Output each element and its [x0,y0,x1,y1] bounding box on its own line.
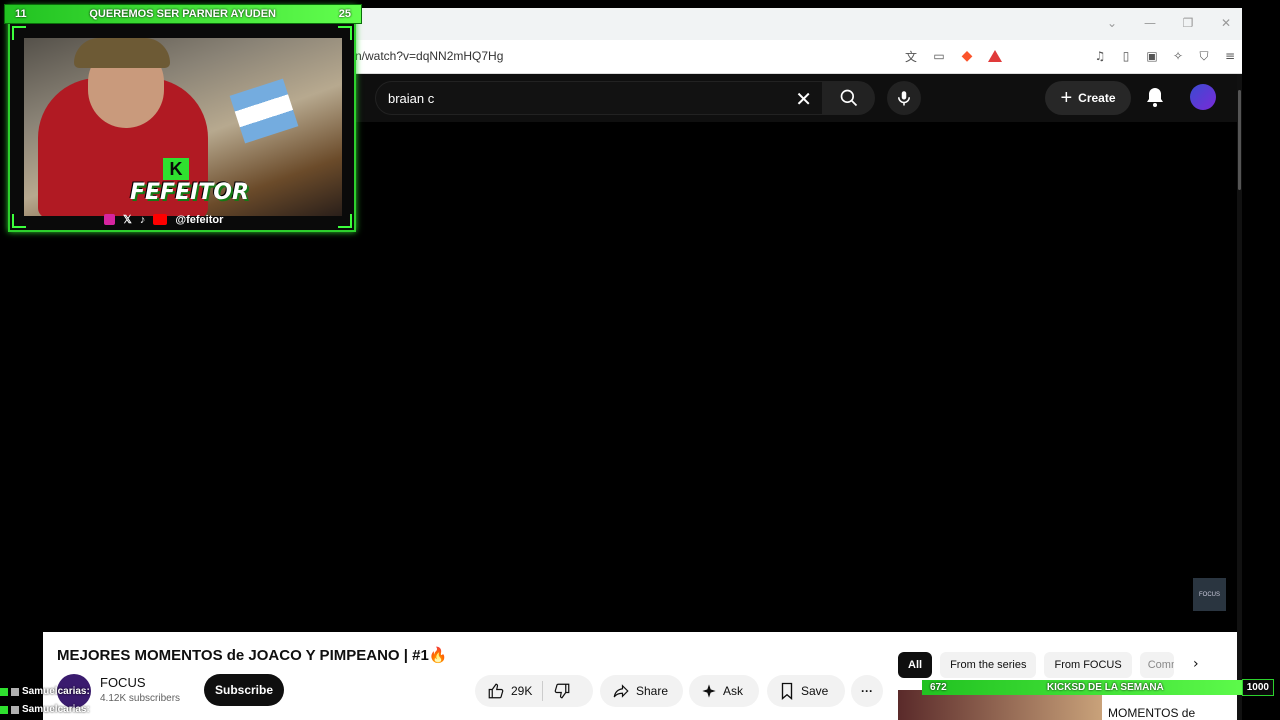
chat-badge-icon [0,687,8,696]
restore-icon[interactable]: ❐ [1180,16,1196,30]
like-dislike-group: 29K [475,675,593,707]
search-input[interactable]: braian c [388,91,434,106]
address-bar: n/watch?v=dqNN2mHQ7Hg 文 ▭ ◆ ♫ ▯ ▣ ✧ ⛉ ≡ [355,40,1242,74]
goal-target: 25 [338,8,351,20]
thumbs-up-icon[interactable] [487,682,505,700]
chevron-right-icon[interactable]: › [1193,656,1199,672]
window-controls: ⌄ — ❐ ✕ [1104,16,1234,30]
create-label: Create [1078,91,1116,105]
frame-corner [338,214,352,228]
frame-corner [12,214,26,228]
channel-watermark[interactable]: FOCUS [1193,578,1226,611]
video-info: MEJORES MOMENTOS de JOACO Y PIMPEANO | #… [43,632,1237,720]
microphone-icon [898,91,910,106]
search-icon [840,89,858,107]
streamer-cap [74,38,170,68]
search-button[interactable] [823,81,875,115]
like-count[interactable]: 29K [511,684,532,698]
goal-text: QUEREMOS SER PARNER AYUDEN [89,8,276,20]
save-label: Save [801,684,829,698]
clear-search-icon[interactable]: ✕ [795,87,812,111]
channel-name[interactable]: FOCUS [100,675,146,690]
cast-icon[interactable]: ▭ [931,48,947,64]
close-window-icon[interactable]: ✕ [1218,16,1234,30]
argentina-flag [229,78,299,144]
wallet-icon[interactable]: ▣ [1144,48,1160,64]
kicks-goal-target: 1000 [1241,679,1274,696]
vpn-icon[interactable]: ⛉ [1196,48,1212,64]
instagram-icon [104,214,115,225]
brave-rewards-icon[interactable] [987,48,1003,64]
youtube-icon [153,214,168,225]
subscribe-button[interactable]: Subscribe [204,674,284,706]
chat-user: Samuelcarias: [22,704,90,715]
brave-shields-icon[interactable]: ◆ [959,48,975,64]
thumbs-down-icon[interactable] [553,682,571,700]
like-divider [542,681,544,701]
ask-button[interactable]: Ask [689,675,759,707]
share-icon [613,684,629,698]
chip-all[interactable]: All [898,652,933,678]
subscriber-count: 4.12K subscribers [100,693,181,704]
chip-community[interactable]: Comm [1139,652,1174,678]
save-button[interactable]: Save [767,675,845,707]
recommended-video-title[interactable]: MOMENTOS de [1108,706,1195,720]
chip-from-focus[interactable]: From FOCUS [1044,652,1132,678]
toolbar-icons: ♫ ▯ ▣ ✧ ⛉ ≡ [1092,48,1238,64]
chip-from-series[interactable]: From the series [940,652,1037,678]
share-button[interactable]: Share [600,675,683,707]
video-title: MEJORES MOMENTOS de JOACO Y PIMPEANO | #… [57,647,448,664]
tiktok-icon: ♪ [139,213,146,226]
streamer-brand: FEFEITOR [130,180,249,205]
chat-message: Samuelcarias: [0,704,90,715]
streamer-handle: @fefeitor [175,213,224,226]
chat-user: Samuelcarias: [22,686,90,697]
goal-current: 11 [15,8,27,20]
partner-goal-bar: 11 QUEREMOS SER PARNER AYUDEN 25 [4,4,362,24]
chat-message: Samuelcarias: [0,686,90,697]
x-icon: 𝕏 [123,214,132,226]
plus-icon: + [1060,86,1073,109]
social-handles: 𝕏 ♪ @fefeitor [104,213,223,226]
bookmark-icon [781,682,793,700]
kicks-goal-bar: 672 KICKSD DE LA SEMANA 1000 [922,679,1274,696]
sidebar-icon[interactable]: ▯ [1118,48,1134,64]
tab-search-icon[interactable]: ⌄ [1104,16,1120,30]
related-chips: All From the series From FOCUS Comm [898,652,1174,678]
minimize-icon[interactable]: — [1142,16,1158,30]
kicks-current: 672 [930,682,947,693]
browser-titlebar: ⌄ — ❐ ✕ [355,8,1242,40]
url-field[interactable]: n/watch?v=dqNN2mHQ7Hg [355,49,503,63]
leo-ai-icon[interactable]: ✧ [1170,48,1186,64]
kick-logo: K [163,158,189,180]
menu-icon[interactable]: ≡ [1222,48,1238,64]
search-box[interactable]: braian c ✕ [375,81,823,115]
media-icon[interactable]: ♫ [1092,48,1108,64]
account-avatar[interactable] [1190,84,1216,110]
ask-label: Ask [723,684,744,698]
scrollbar-thumb[interactable] [1238,90,1241,190]
more-actions-button[interactable]: ··· [851,675,883,707]
kicks-goal-text: KICKSD DE LA SEMANA [1046,682,1164,693]
share-label: Share [636,684,669,698]
youtube-masthead: braian c ✕ + Create [355,74,1237,122]
chat-badge-icon [11,687,19,696]
more-icon: ··· [861,684,873,698]
chat-badge-icon [0,705,8,714]
screen: ⌄ — ❐ ✕ n/watch?v=dqNN2mHQ7Hg 文 ▭ ◆ ♫ ▯ … [0,0,1280,720]
translate-icon[interactable]: 文 [903,48,919,64]
address-bar-actions: 文 ▭ ◆ [903,48,1003,64]
chat-badge-icon [11,705,19,714]
voice-search-button[interactable] [887,81,921,115]
create-button[interactable]: + Create [1045,81,1131,115]
notifications-bell-icon[interactable] [1143,85,1167,109]
sparkle-icon [702,684,716,698]
